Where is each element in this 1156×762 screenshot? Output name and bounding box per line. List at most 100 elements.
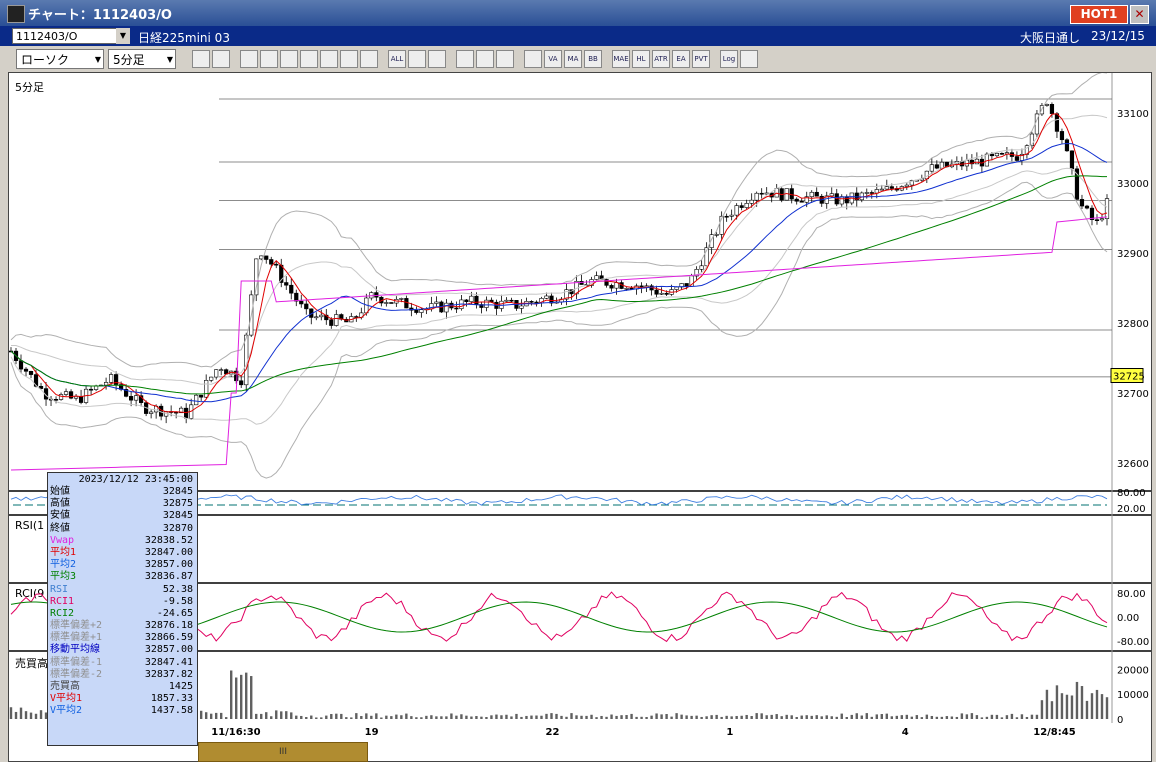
chart-type-value: ローソク — [21, 53, 70, 67]
high-low-tool-icon[interactable] — [340, 50, 358, 68]
candle-body — [68, 391, 74, 399]
pen-tool-icon[interactable] — [408, 50, 426, 68]
rci-tick-label: 80.00 — [1117, 589, 1146, 600]
info-datetime: 2023/12/12 23:45:00 — [78, 474, 193, 485]
volume-bar — [34, 713, 38, 719]
volume-tick-label: 0 — [1117, 715, 1123, 726]
ea-tool-icon[interactable]: EA — [672, 50, 690, 68]
interval-select[interactable]: 5分足 ▼ — [108, 49, 176, 69]
hot-button[interactable]: HOT1 — [1070, 5, 1128, 24]
fan-tool-icon[interactable] — [476, 50, 494, 68]
arrow-tool-icon[interactable] — [428, 50, 446, 68]
candle-body — [989, 153, 994, 157]
volume-bar — [500, 715, 503, 719]
cursor-tool-icon[interactable] — [212, 50, 230, 68]
zoom-tool-icon[interactable] — [192, 50, 210, 68]
volume-bar — [630, 713, 633, 719]
all-tool-icon[interactable]: ALL — [388, 50, 406, 68]
candle-body — [58, 394, 64, 400]
instrument-name: 日経225mini 03 — [138, 31, 230, 45]
candle-body — [534, 301, 539, 304]
candle-body — [544, 295, 549, 299]
volume-bar — [39, 710, 43, 719]
atr-tool-icon[interactable]: ATR — [652, 50, 670, 68]
candle-body — [744, 203, 749, 208]
volume-bar — [580, 715, 583, 719]
rsi-tick-label: 20.00 — [1117, 504, 1146, 515]
bar-tool-icon[interactable] — [240, 50, 258, 68]
va-tool-icon[interactable]: VA — [544, 50, 562, 68]
candle-body — [1079, 199, 1085, 207]
volume-bar — [365, 713, 368, 719]
instrument-code-input[interactable]: 1112403/O — [12, 28, 128, 44]
rci-tick-label: 0.00 — [1117, 613, 1139, 624]
close-icon[interactable]: ✕ — [1130, 5, 1149, 24]
volume-bar — [830, 716, 833, 719]
x-axis-label: 11/16:30 — [211, 727, 260, 738]
volume-bar — [995, 714, 999, 719]
export-tool-icon[interactable] — [740, 50, 758, 68]
candle-body — [23, 368, 29, 372]
candle-body — [799, 200, 804, 203]
volume-bar — [485, 716, 488, 719]
info-row-label: V平均1 — [50, 693, 83, 705]
candle-body — [444, 302, 449, 313]
line-tool-icon[interactable] — [280, 50, 298, 68]
candle-body — [739, 205, 744, 208]
candle-tool-icon[interactable] — [260, 50, 278, 68]
candle2-tool-icon[interactable] — [360, 50, 378, 68]
volume-bar — [1025, 716, 1029, 719]
ma3-line — [10, 175, 1108, 395]
price-tick-label: 32600 — [1117, 459, 1149, 470]
ma-tool-icon[interactable]: MA — [564, 50, 582, 68]
candle-body — [594, 275, 599, 280]
candle-body — [464, 299, 469, 303]
log-tool-icon[interactable]: Log — [720, 50, 738, 68]
volume-bar — [960, 713, 964, 719]
info-row-label: 高値 — [50, 498, 70, 510]
volume-bar — [855, 713, 858, 719]
chart-scrollbar-thumb[interactable]: III — [198, 742, 368, 762]
candle-body — [784, 188, 789, 201]
volume-bar — [845, 716, 848, 719]
hl-tool-icon[interactable]: HL — [632, 50, 650, 68]
volume-bar — [690, 715, 693, 719]
bb-tool-icon[interactable]: BB — [584, 50, 602, 68]
undo-tool-icon[interactable] — [456, 50, 474, 68]
volume-bar — [204, 712, 208, 719]
volume-bar — [810, 715, 813, 719]
x-axis-label: 22 — [546, 727, 560, 738]
chevron-down-icon[interactable]: ▼ — [116, 28, 130, 44]
window-titlebar[interactable]: チャート：1112403/O HOT1 ✕ — [0, 0, 1156, 26]
mae-tool-icon[interactable]: MAE — [612, 50, 630, 68]
info-row: V平均1 1857.33 — [48, 693, 197, 705]
pvt-tool-icon[interactable]: PVT — [692, 50, 710, 68]
candle-body — [1099, 218, 1105, 221]
volume-bar — [560, 715, 563, 719]
candle-body — [199, 394, 204, 398]
info-row-label: V平均2 — [50, 705, 83, 717]
candle-body — [624, 287, 629, 290]
volume-bar — [785, 714, 788, 719]
volume-bar — [545, 713, 548, 719]
ruler-tool-icon[interactable] — [320, 50, 338, 68]
volume-bar — [540, 715, 543, 719]
volume-bar — [660, 714, 663, 719]
volume-bar — [470, 716, 473, 719]
volume-bar — [305, 717, 308, 719]
volume-bar — [255, 713, 258, 719]
candle-body — [1104, 198, 1110, 219]
wave-tool-icon[interactable] — [524, 50, 542, 68]
volume-bar — [675, 713, 678, 719]
volume-bar — [840, 713, 843, 719]
info-row: 終値 32870 — [48, 523, 197, 535]
chart-type-select[interactable]: ローソク ▼ — [16, 49, 104, 69]
cross-tool-icon[interactable] — [496, 50, 514, 68]
pnf-tool-icon[interactable] — [300, 50, 318, 68]
volume-bar — [790, 715, 793, 719]
candle-body — [18, 360, 24, 370]
volume-bar — [805, 715, 808, 719]
volume-bar — [885, 713, 888, 719]
candle-body — [419, 309, 424, 313]
volume-bar — [385, 715, 388, 719]
